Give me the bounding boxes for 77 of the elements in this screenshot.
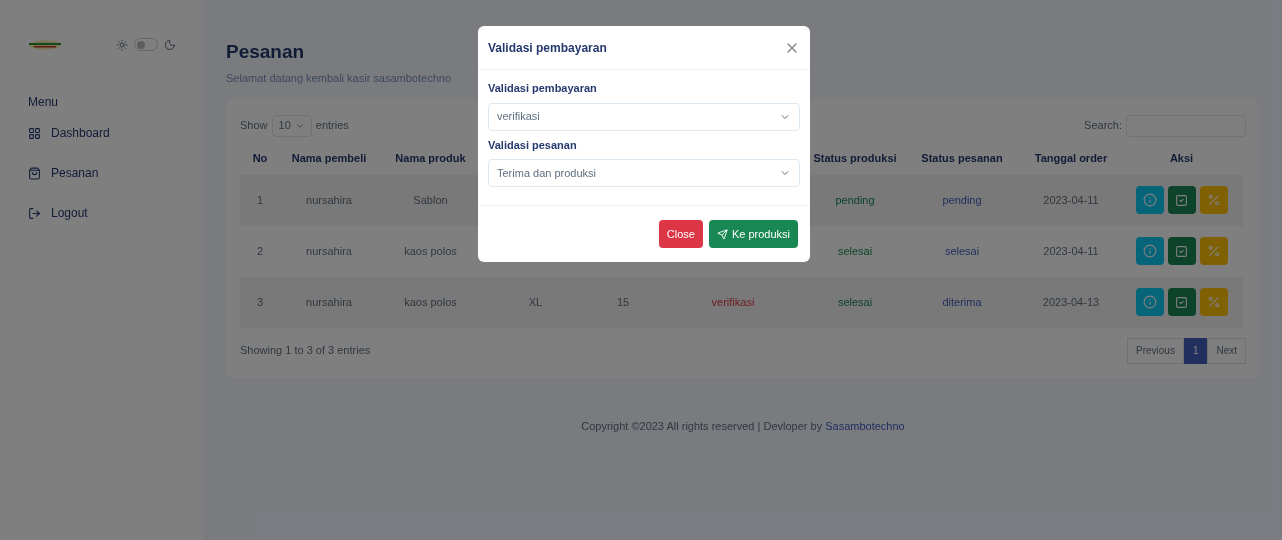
column-header[interactable]: Status produksi xyxy=(813,152,897,165)
check-icon xyxy=(1175,295,1188,309)
sidebar-item[interactable]: Pesanan xyxy=(28,163,176,183)
check-button[interactable] xyxy=(1167,288,1196,316)
production-button[interactable]: Ke produksi xyxy=(708,220,798,248)
info-icon xyxy=(1142,244,1157,258)
entries-label: entries xyxy=(315,118,349,134)
info-button[interactable] xyxy=(1135,237,1164,265)
table-cell: nursahira xyxy=(306,295,352,308)
table-cell: selesai xyxy=(837,295,873,308)
bag-icon xyxy=(28,166,41,180)
column-header[interactable]: Aksi xyxy=(1169,152,1194,165)
table-cell: pending xyxy=(942,193,982,206)
send-icon xyxy=(716,228,728,240)
column-header[interactable]: No xyxy=(252,152,268,165)
modal-title: Validasi pembayaran xyxy=(488,39,607,57)
page-size-select[interactable]: 10 xyxy=(271,114,312,137)
page-button[interactable]: Next xyxy=(1207,337,1246,364)
select-field[interactable]: Terima dan produksi xyxy=(488,159,800,187)
column-header[interactable]: Nama pembeli xyxy=(291,152,367,165)
percent-icon xyxy=(1206,193,1221,207)
percent-button[interactable] xyxy=(1199,237,1228,265)
footer-link[interactable]: Sasambotechno xyxy=(825,419,905,432)
table-cell: selesai xyxy=(837,244,873,257)
check-button[interactable] xyxy=(1167,237,1196,265)
menu-title: Menu xyxy=(28,94,60,111)
check-button[interactable] xyxy=(1167,186,1196,214)
column-header[interactable]: Nama produk xyxy=(395,152,466,165)
table-cell: kaos polos xyxy=(404,295,457,308)
percent-button[interactable] xyxy=(1199,186,1228,214)
logout-icon xyxy=(28,206,41,220)
info-button[interactable] xyxy=(1135,186,1164,214)
table-cell: 3 xyxy=(256,295,264,308)
percent-icon xyxy=(1206,295,1221,309)
search-label: Search: xyxy=(1084,118,1122,134)
info-icon xyxy=(1142,295,1157,309)
percent-icon xyxy=(1206,244,1221,258)
sidebar-item[interactable]: Dashboard xyxy=(28,123,176,143)
theme-switch[interactable] xyxy=(134,38,158,51)
percent-button[interactable] xyxy=(1199,288,1228,316)
table-cell: 2 xyxy=(256,244,264,257)
moon-icon xyxy=(164,38,176,51)
table-cell: selesai xyxy=(944,244,980,257)
info-icon xyxy=(1142,193,1157,207)
show-label: Show xyxy=(240,118,268,134)
sun-icon xyxy=(116,38,128,51)
table-cell: 2023-04-11 xyxy=(1043,193,1099,206)
table-cell: verifikasi xyxy=(711,295,755,308)
table-cell: Sablon xyxy=(413,193,448,206)
page-button[interactable]: Previous xyxy=(1126,337,1184,364)
page-title: Pesanan xyxy=(226,40,305,64)
table-cell: nursahira xyxy=(306,244,352,257)
sidebar-item[interactable]: Logout xyxy=(28,203,176,223)
table-cell: 1 xyxy=(256,193,264,206)
table-cell: diterima xyxy=(942,295,982,308)
field-label: Validasi pesanan xyxy=(488,137,578,153)
table-cell: nursahira xyxy=(306,193,352,206)
page-subtitle: Selamat datang kembali kasir sasambotechno xyxy=(226,71,452,86)
grid-icon xyxy=(28,126,41,140)
check-icon xyxy=(1175,193,1188,207)
table-cell: 2023-04-11 xyxy=(1043,244,1099,257)
info-button[interactable] xyxy=(1135,288,1164,316)
footer-text: Copyright ©2023 All rights reserved | Devloper by Sasambotechno xyxy=(580,418,906,434)
table-cell: 15 xyxy=(616,295,630,308)
table-cell: 2023-04-13 xyxy=(1042,295,1100,308)
table-info: Showing 1 to 3 of 3 entries xyxy=(240,343,371,359)
column-header[interactable]: Tanggal order xyxy=(1034,152,1108,165)
page-button[interactable]: 1 xyxy=(1183,337,1208,364)
check-icon xyxy=(1175,244,1188,258)
table-cell: kaos polos xyxy=(404,244,457,257)
table-cell: XL xyxy=(528,295,543,308)
select-field[interactable]: verifikasi xyxy=(488,102,800,131)
table-cell: pending xyxy=(835,193,875,206)
field-label: Validasi pembayaran xyxy=(488,81,598,96)
column-header[interactable]: Status pesanan xyxy=(921,152,1003,165)
close-modal-button[interactable]: Close xyxy=(658,220,703,248)
logo xyxy=(28,39,62,50)
